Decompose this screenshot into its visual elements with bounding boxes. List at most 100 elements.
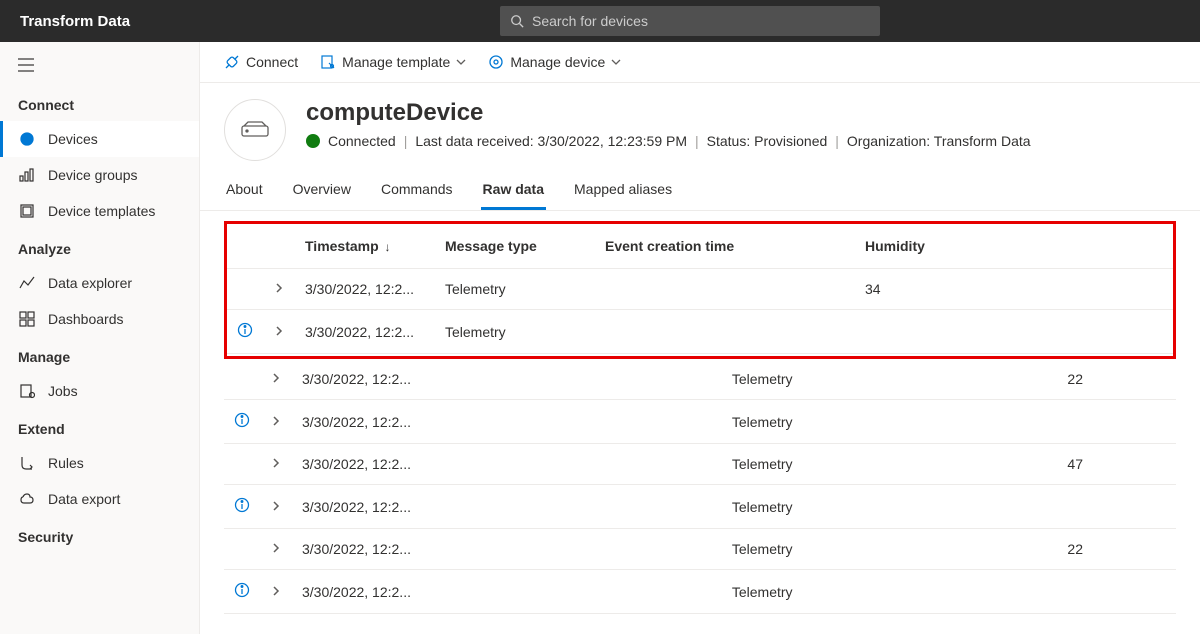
section-connect: Connect (0, 85, 199, 121)
device-avatar (224, 99, 286, 161)
cell-message-type: Telemetry (722, 529, 991, 570)
table-row[interactable]: 3/30/2022, 12:2...Telemetry (224, 570, 1176, 614)
cell-timestamp: 3/30/2022, 12:2... (292, 570, 722, 614)
info-cell[interactable] (224, 400, 260, 444)
search-box[interactable] (500, 6, 880, 36)
hamburger-menu[interactable] (0, 50, 199, 85)
cell-event-creation (991, 359, 1058, 400)
expand-row-button[interactable] (263, 269, 295, 310)
cell-humidity: 47 (1057, 444, 1176, 485)
expand-row-button[interactable] (260, 529, 292, 570)
section-security: Security (0, 517, 199, 553)
cell-timestamp: 3/30/2022, 12:2... (292, 400, 722, 444)
cell-event-creation (991, 444, 1058, 485)
manage-template-icon (320, 54, 336, 70)
chevron-down-icon (456, 57, 466, 67)
sidebar-item-data-export[interactable]: Data export (0, 481, 199, 517)
expand-row-button[interactable] (260, 485, 292, 529)
sidebar-item-device-templates[interactable]: Device templates (0, 193, 199, 229)
table-row[interactable]: 3/30/2022, 12:2...Telemetry (224, 485, 1176, 529)
table-row[interactable]: 3/30/2022, 12:2...Telemetry (227, 310, 1173, 354)
cell-timestamp: 3/30/2022, 12:2... (292, 529, 722, 570)
device-header: computeDevice Connected | Last data rece… (200, 83, 1200, 171)
search-input[interactable] (524, 13, 870, 29)
cell-humidity: 34 (855, 269, 1173, 310)
cell-humidity: 22 (1057, 359, 1176, 400)
status-indicator-icon (306, 134, 320, 148)
last-data-label: Last data received: 3/30/2022, 12:23:59 … (415, 133, 687, 149)
sidebar-item-device-groups[interactable]: Device groups (0, 157, 199, 193)
table-row[interactable]: 3/30/2022, 12:2...Telemetry22 (224, 529, 1176, 570)
chevron-down-icon (611, 57, 621, 67)
cell-humidity (1057, 485, 1176, 529)
info-cell[interactable] (224, 570, 260, 614)
tab-about[interactable]: About (224, 171, 265, 210)
expand-row-button[interactable] (260, 444, 292, 485)
table-row[interactable]: 3/30/2022, 12:2...Telemetry 22 (224, 359, 1176, 400)
manage-template-button[interactable]: Manage template (320, 54, 466, 70)
tab-commands[interactable]: Commands (379, 171, 455, 210)
cell-timestamp: 3/30/2022, 12:2... (292, 444, 722, 485)
connect-label: Connect (246, 54, 298, 70)
sidebar-item-jobs[interactable]: Jobs (0, 373, 199, 409)
expand-row-button[interactable] (263, 310, 295, 354)
manage-device-button[interactable]: Manage device (488, 54, 621, 70)
tab-raw-data[interactable]: Raw data (481, 171, 546, 210)
device-templates-icon (18, 202, 36, 220)
section-manage: Manage (0, 337, 199, 373)
devices-icon (18, 130, 36, 148)
info-cell[interactable] (224, 485, 260, 529)
info-cell (227, 269, 263, 310)
expand-row-button[interactable] (260, 400, 292, 444)
column-message-type[interactable]: Message type (435, 224, 595, 269)
raw-data-table: Timestamp ↓Message typeEvent creation ti… (227, 224, 1173, 354)
cell-message-type: Telemetry (722, 359, 991, 400)
org-field: Organization: Transform Data (847, 133, 1031, 149)
dashboards-icon (18, 310, 36, 328)
cell-humidity (855, 310, 1173, 354)
sidebar-item-dashboards[interactable]: Dashboards (0, 301, 199, 337)
sidebar-item-devices[interactable]: Devices (0, 121, 199, 157)
raw-data-table-container: Timestamp ↓Message typeEvent creation ti… (200, 211, 1200, 634)
info-cell[interactable] (227, 310, 263, 354)
sidebar-item-label: Devices (48, 131, 98, 147)
cell-message-type: Telemetry (435, 310, 595, 354)
sidebar-item-label: Data explorer (48, 275, 132, 291)
manage-device-label: Manage device (510, 54, 605, 70)
column-event-creation[interactable]: Event creation time (595, 224, 855, 269)
highlighted-rows: Timestamp ↓Message typeEvent creation ti… (224, 221, 1176, 359)
data-explorer-icon (18, 274, 36, 292)
table-row[interactable]: 3/30/2022, 12:2...Telemetry34 (227, 269, 1173, 310)
cell-humidity (1057, 400, 1176, 444)
sidebar-item-data-explorer[interactable]: Data explorer (0, 265, 199, 301)
sidebar-item-label: Jobs (48, 383, 78, 399)
status-label: Connected (328, 133, 396, 149)
cell-event-creation (595, 310, 855, 354)
data-export-icon (18, 490, 36, 508)
column-humidity[interactable]: Humidity (855, 224, 1173, 269)
sidebar-item-rules[interactable]: Rules (0, 445, 199, 481)
cell-timestamp: 3/30/2022, 12:2... (292, 485, 722, 529)
tab-mapped-aliases[interactable]: Mapped aliases (572, 171, 674, 210)
column-timestamp[interactable]: Timestamp ↓ (295, 224, 435, 269)
device-icon (240, 120, 270, 140)
manage-template-label: Manage template (342, 54, 450, 70)
cell-timestamp: 3/30/2022, 12:2... (292, 359, 722, 400)
section-analyze: Analyze (0, 229, 199, 265)
app-title: Transform Data (20, 13, 500, 30)
status-field: Status: Provisioned (707, 133, 828, 149)
cell-message-type: Telemetry (435, 269, 595, 310)
expand-row-button[interactable] (260, 359, 292, 400)
expand-row-button[interactable] (260, 570, 292, 614)
connect-button[interactable]: Connect (224, 54, 298, 70)
tab-overview[interactable]: Overview (291, 171, 353, 210)
table-row[interactable]: 3/30/2022, 12:2...Telemetry47 (224, 444, 1176, 485)
sidebar-item-label: Dashboards (48, 311, 124, 327)
info-cell (224, 444, 260, 485)
cell-timestamp: 3/30/2022, 12:2... (295, 310, 435, 354)
section-extend: Extend (0, 409, 199, 445)
info-cell (224, 359, 260, 400)
device-groups-icon (18, 166, 36, 184)
table-row[interactable]: 3/30/2022, 12:2...Telemetry (224, 400, 1176, 444)
sidebar-item-label: Device groups (48, 167, 138, 183)
